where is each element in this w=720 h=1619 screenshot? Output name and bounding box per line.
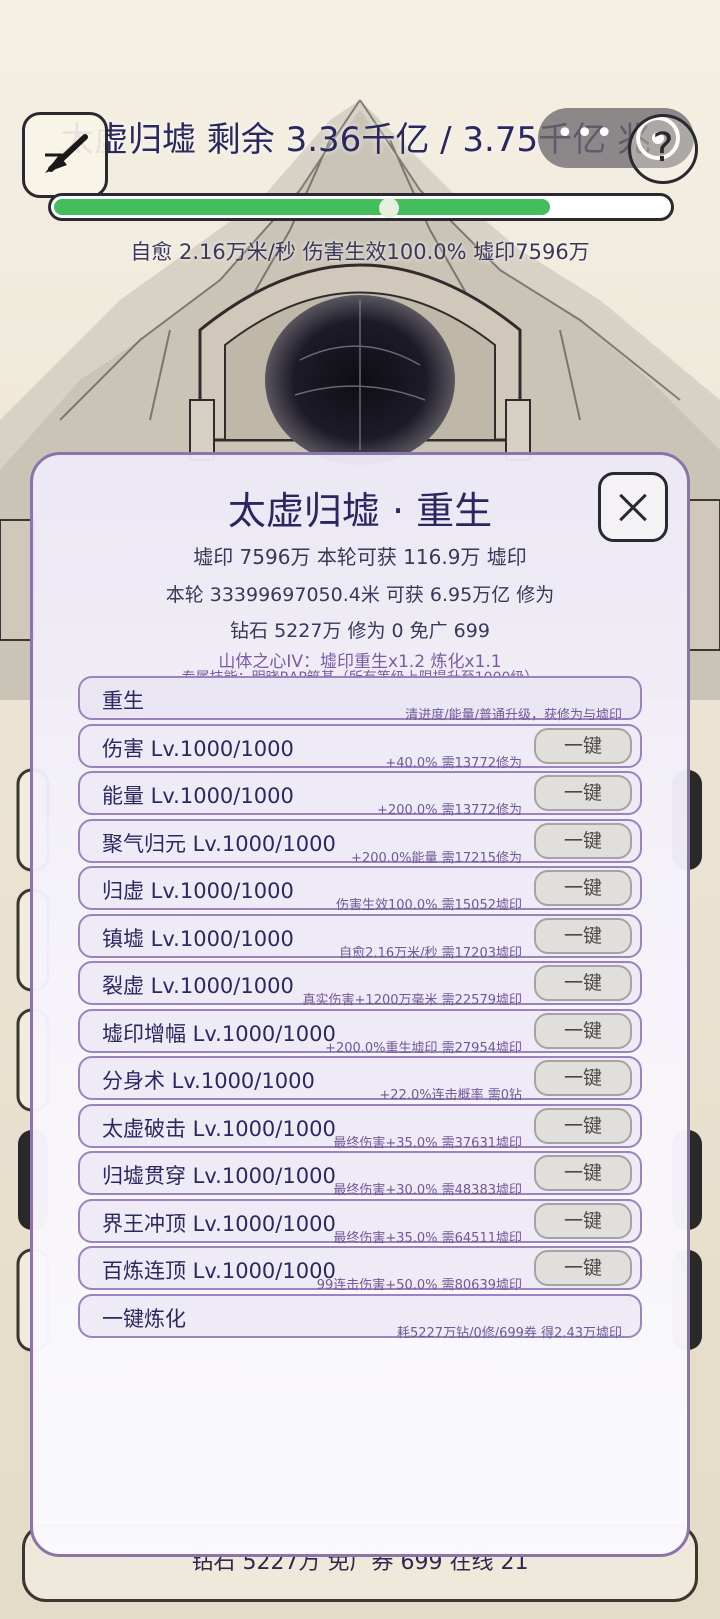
help-icon[interactable]: ? xyxy=(628,114,698,184)
boss-hp-bar xyxy=(48,193,674,221)
stats-line: 自愈 2.16万米/秒 伤害生效100.0% 墟印7596万 xyxy=(130,240,590,264)
one-key-button[interactable]: 一键 xyxy=(534,1250,632,1286)
row-name: 百炼连顶 Lv.1000/1000 xyxy=(102,1259,336,1283)
one-key-button[interactable]: 一键 xyxy=(534,965,632,1001)
one-key-button[interactable]: 一键 xyxy=(534,1012,632,1049)
row-description: 最终伤害+35.0% 需37631墟印 xyxy=(333,1135,522,1151)
rebirth-row[interactable]: 重生清进度/能量/普通升级，获修为与墟印 xyxy=(78,676,642,723)
more-dots-icon[interactable]: ••• xyxy=(556,116,615,151)
row-name: 伤害 Lv.1000/1000 xyxy=(102,736,294,761)
upgrade-row: 归虚 Lv.1000/1000 伤害生效100.0% 需15052墟印 一键 xyxy=(78,866,642,913)
one-key-button[interactable]: 一键 xyxy=(534,822,632,859)
row-name: 分身术 Lv.1000/1000 xyxy=(102,1069,315,1093)
upgrade-row: 百炼连顶 Lv.1000/1000 99连击伤害+50.0% 需80639墟印 一键 xyxy=(78,1246,642,1293)
row-description: 真实伤害+1200万毫米 需22579墟印 xyxy=(302,993,522,1008)
row-name: 重生 xyxy=(102,689,144,713)
row-description: +200.0% 需13772修为 xyxy=(377,803,522,818)
modal-info-round: 本轮 33399697050.4米 可获 6.95万亿 修为 xyxy=(165,584,555,606)
one-key-button[interactable]: 一键 xyxy=(534,917,632,954)
arrow-back-icon xyxy=(45,134,88,173)
one-key-button[interactable]: 一键 xyxy=(534,1060,632,1096)
row-description: 最终伤害+35.0% 需64511墟印 xyxy=(333,1230,522,1246)
row-description: 伤害生效100.0% 需15052墟印 xyxy=(335,898,522,913)
row-description: +200.0%重生墟印 需27954墟印 xyxy=(325,1040,522,1056)
row-name: 墟印增幅 Lv.1000/1000 xyxy=(102,1021,336,1046)
modal-title: 太虚归墟 · 重生 xyxy=(227,489,493,533)
row-description: +22.0%连击概率 需0钻 xyxy=(379,1088,522,1103)
row-name: 裂虚 Lv.1000/1000 xyxy=(102,974,294,998)
one-key-refine-row[interactable]: 一键炼化耗5227万钻/0修/699券 得2.43万墟印 xyxy=(78,1293,642,1341)
modal-info-currency: 钻石 5227万 修为 0 免广 699 xyxy=(230,620,490,642)
upgrade-row: 分身术 Lv.1000/1000 +22.0%连击概率 需0钻 一键 xyxy=(78,1056,642,1103)
row-name: 太虚破击 Lv.1000/1000 xyxy=(102,1116,336,1141)
one-key-button[interactable]: 一键 xyxy=(534,870,632,906)
row-name: 聚气归元 Lv.1000/1000 xyxy=(102,831,336,856)
row-name: 能量 Lv.1000/1000 xyxy=(102,784,294,808)
row-description: 耗5227万钻/0修/699券 得2.43万墟印 xyxy=(396,1325,622,1341)
upgrade-row: 界王冲顶 Lv.1000/1000 最终伤害+35.0% 需64511墟印 一键 xyxy=(78,1198,642,1246)
row-description: +40.0% 需13772修为 xyxy=(385,755,522,771)
row-name: 归虚 Lv.1000/1000 xyxy=(102,879,294,903)
one-key-button[interactable]: 一键 xyxy=(534,1202,632,1239)
one-key-button[interactable]: 一键 xyxy=(534,727,632,764)
upgrade-row: 聚气归元 Lv.1000/1000 +200.0%能量 需17215修为 一键 xyxy=(78,818,642,866)
row-description: 最终伤害+30.0% 需48383墟印 xyxy=(333,1183,522,1198)
row-name: 一键炼化 xyxy=(102,1306,186,1331)
modal-info-seal: 墟印 7596万 本轮可获 116.9万 墟印 xyxy=(193,545,527,569)
one-key-button[interactable]: 一键 xyxy=(534,1155,632,1191)
row-description: 自愈2.16万米/秒 需17203墟印 xyxy=(339,945,522,961)
back-button[interactable] xyxy=(22,112,108,198)
row-name: 界王冲顶 Lv.1000/1000 xyxy=(102,1211,336,1236)
upgrade-row: 裂虚 Lv.1000/1000 真实伤害+1200万毫米 需22579墟印 一键 xyxy=(78,961,642,1008)
upgrade-row: 镇墟 Lv.1000/1000 自愈2.16万米/秒 需17203墟印 一键 xyxy=(78,913,642,961)
row-description: 99连击伤害+50.0% 需80639墟印 xyxy=(316,1278,522,1293)
upgrade-row: 归墟贯穿 Lv.1000/1000 最终伤害+30.0% 需48383墟印 一键 xyxy=(78,1151,642,1198)
row-description: +200.0%能量 需17215修为 xyxy=(351,850,522,866)
one-key-button[interactable]: 一键 xyxy=(534,775,632,811)
row-name: 镇墟 Lv.1000/1000 xyxy=(102,926,294,951)
row-description: 清进度/能量/普通升级，获修为与墟印 xyxy=(405,708,622,723)
boss-hp-knob xyxy=(378,198,399,218)
upgrade-row: 能量 Lv.1000/1000 +200.0% 需13772修为 一键 xyxy=(78,771,642,818)
upgrade-row: 太虚破击 Lv.1000/1000 最终伤害+35.0% 需37631墟印 一键 xyxy=(78,1103,642,1151)
boss-hp-fill xyxy=(54,199,550,215)
upgrade-row: 伤害 Lv.1000/1000 +40.0% 需13772修为 一键 xyxy=(78,723,642,771)
one-key-button[interactable]: 一键 xyxy=(534,1107,632,1144)
row-name: 归墟贯穿 Lv.1000/1000 xyxy=(102,1164,336,1188)
upgrade-row: 墟印增幅 Lv.1000/1000 +200.0%重生墟印 需27954墟印 一键 xyxy=(78,1008,642,1056)
